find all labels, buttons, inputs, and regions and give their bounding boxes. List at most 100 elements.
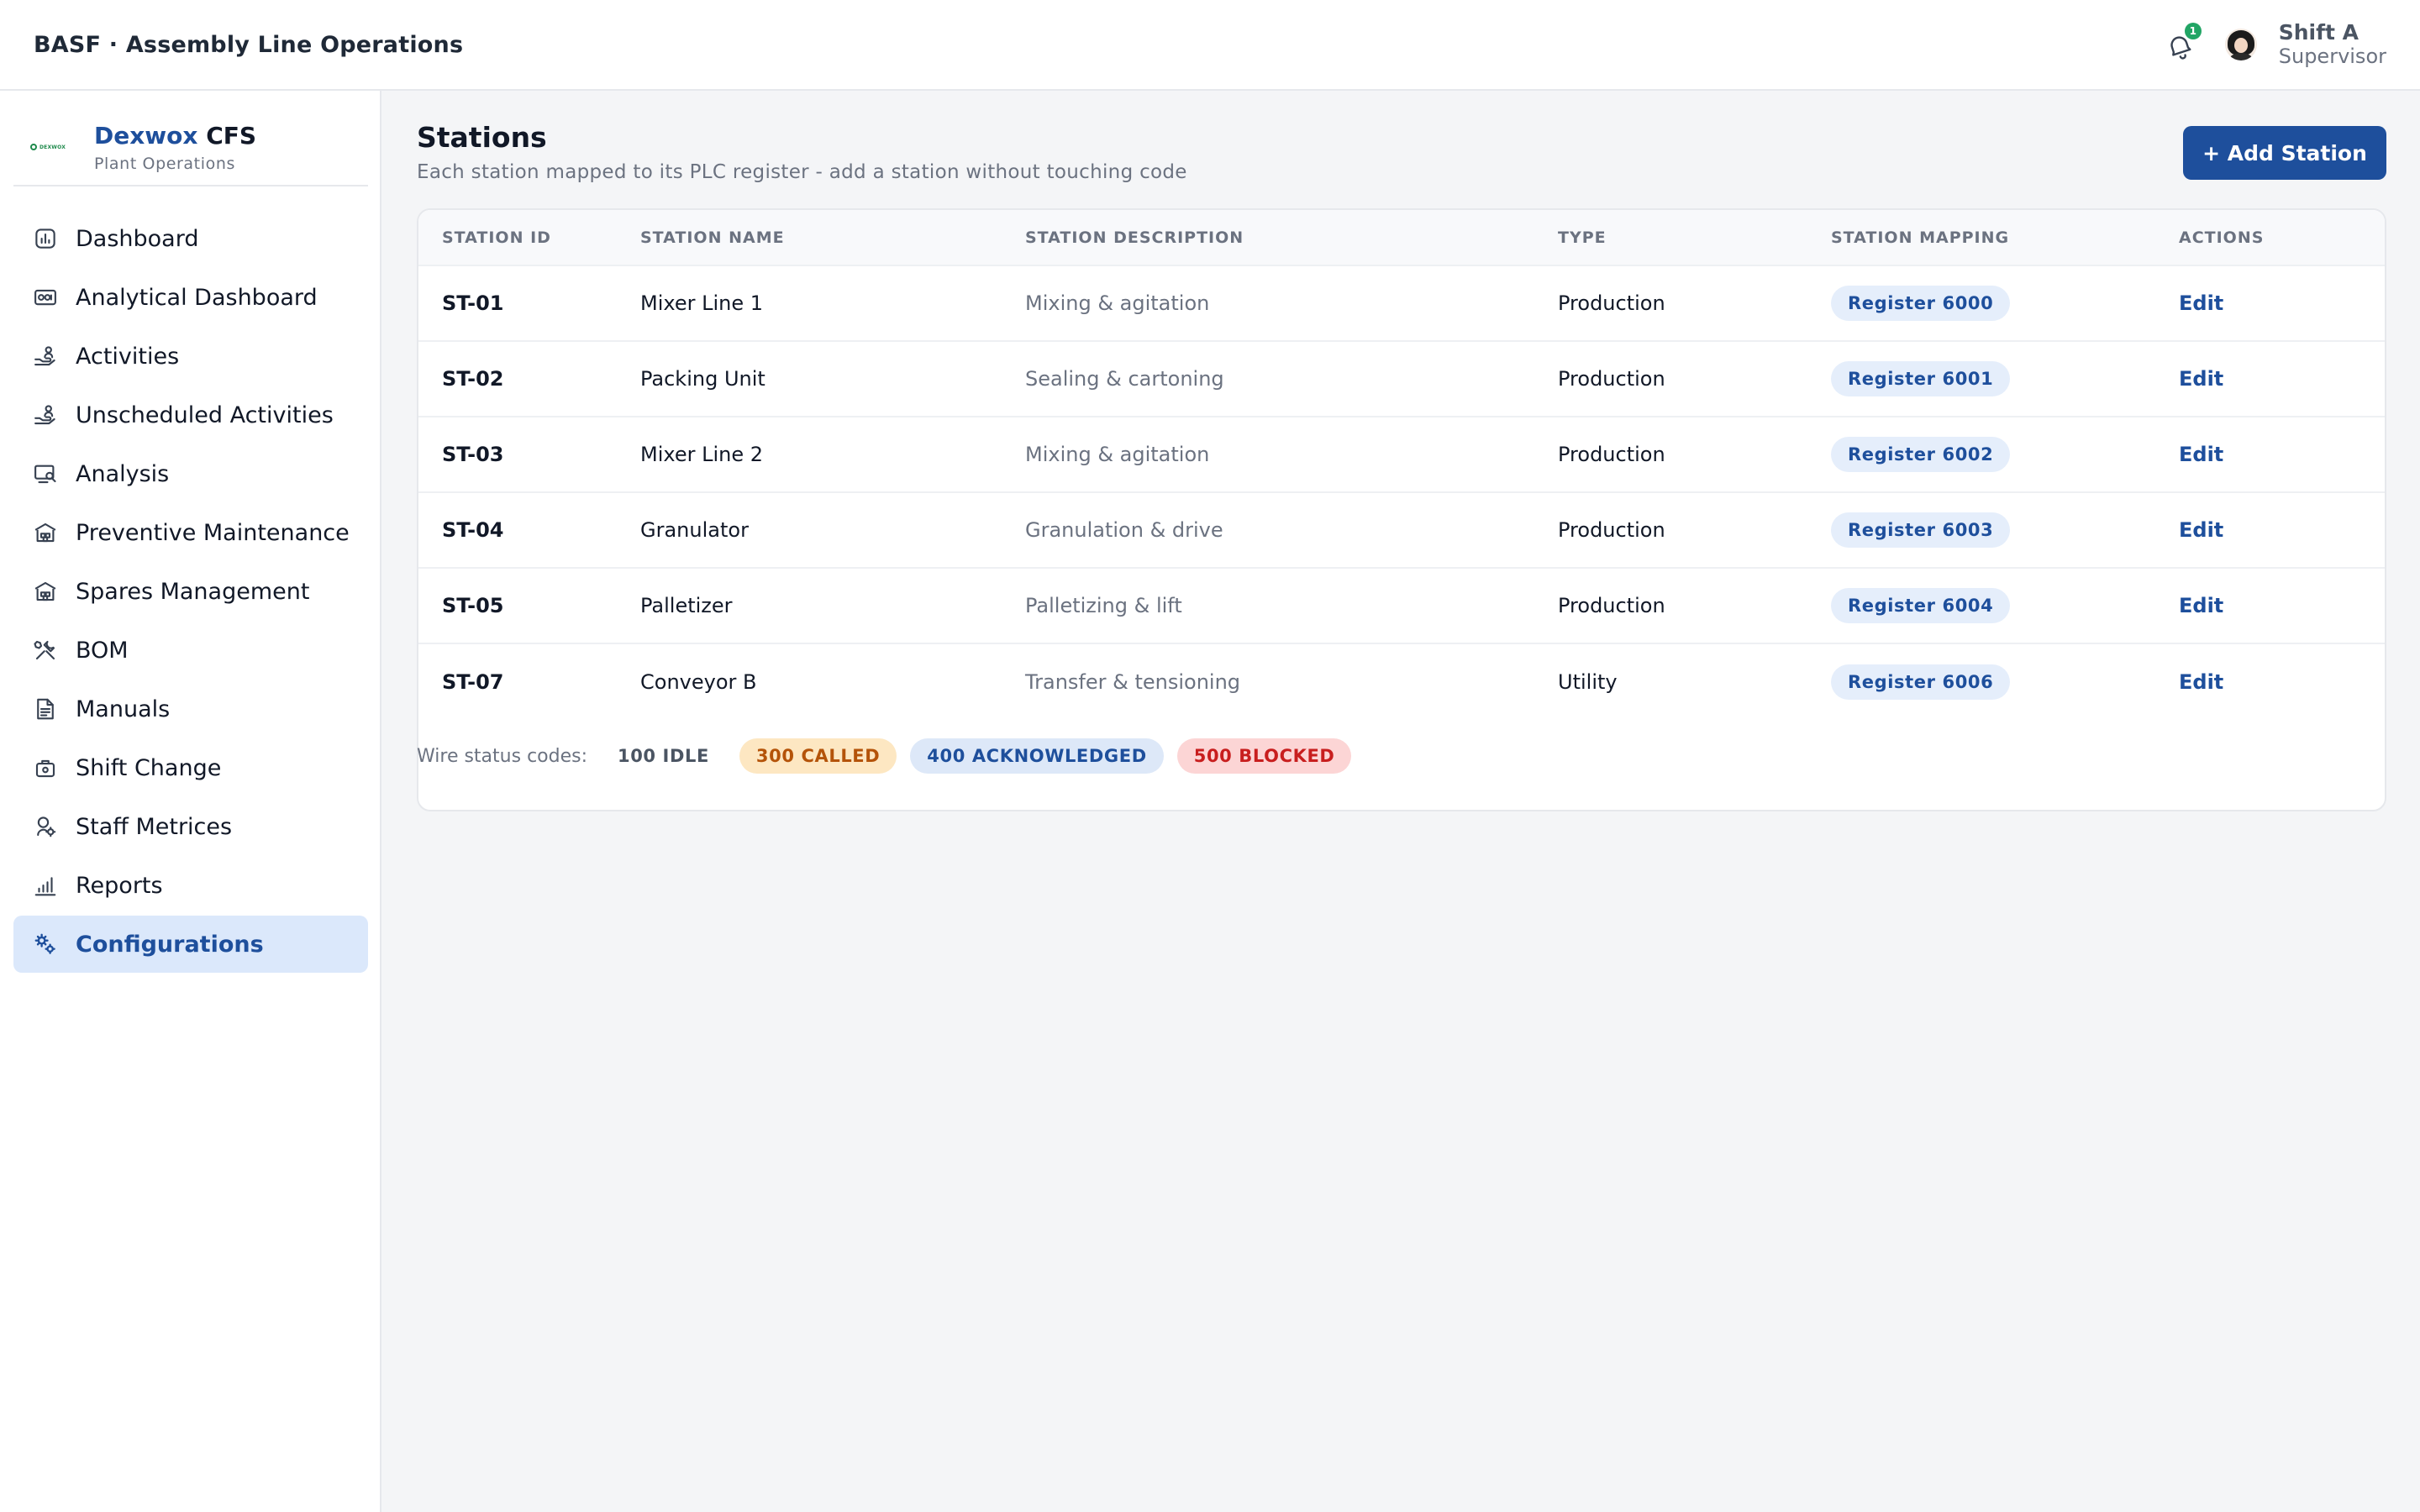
sidebar-item-shift-change[interactable]: Shift Change [13,739,368,796]
station-id: ST-05 [442,594,504,617]
station-description: Sealing & cartoning [1025,367,1224,391]
bar-chart-icon [32,872,59,899]
sidebar-item-analytical-dashboard[interactable]: Analytical Dashboard [13,269,368,326]
sidebar-item-preventive-maintenance[interactable]: Preventive Maintenance [13,504,368,561]
sidebar-item-label: Unscheduled Activities [76,402,334,428]
hand-person-icon [32,402,59,428]
actions-cell: Edit [2155,492,2385,568]
sidebar-item-label: Spares Management [76,578,310,605]
station-type: Production [1558,443,1665,466]
station-type: Production [1558,594,1665,617]
warehouse-icon [32,578,59,605]
station-description: Palletizing & lift [1025,594,1182,617]
station-id: ST-03 [442,443,504,466]
edit-button[interactable]: Edit [2179,367,2223,391]
edit-button[interactable]: Edit [2179,670,2223,694]
status-code-called: 300 CALLED [739,738,897,774]
sidebar-item-manuals[interactable]: Manuals [13,680,368,738]
station-name: Packing Unit [640,367,765,391]
station-id: ST-02 [442,367,504,391]
station-mapping-cell: Register 6004 [1807,568,2155,643]
station-name: Mixer Line 2 [640,443,764,466]
station-type: Utility [1558,669,1618,694]
brand-name: Dexwox CFS [94,121,257,150]
station-mapping-cell: Register 6003 [1807,492,2155,568]
station-description: Transfer & tensioning [1025,669,1241,694]
sidebar-item-label: Reports [76,872,163,899]
table-row[interactable]: ST-02 Packing Unit Sealing & cartoning P… [418,341,2385,417]
warehouse-icon [32,519,59,546]
stations-table: STATION ID STATION NAME STATION DESCRIPT… [417,208,2386,811]
legend-label: Wire status codes: [417,745,587,767]
table-row[interactable]: ST-05 Palletizer Palletizing & lift Prod… [418,568,2385,643]
main-content: Stations Each station mapped to its PLC … [383,91,2420,1512]
actions-cell: Edit [2155,341,2385,417]
table-row[interactable]: ST-04 Granulator Granulation & drive Pro… [418,492,2385,568]
add-station-button[interactable]: + Add Station [2183,126,2386,180]
hand-person-icon [32,343,59,370]
sidebar-nav: Dashboard Analytical Dashboard Activitie… [13,210,368,974]
sidebar-item-configurations[interactable]: Configurations [13,916,368,973]
sidebar-item-activities[interactable]: Activities [13,328,368,385]
station-id: ST-07 [442,669,504,694]
edit-button[interactable]: Edit [2179,518,2223,542]
station-mapping-cell: Register 6001 [1807,341,2155,417]
app-title: BASF · Assembly Line Operations [34,31,464,58]
sidebar-item-label: Analytical Dashboard [76,284,318,311]
document-icon [32,696,59,722]
station-name: Granulator [640,518,749,542]
column-header[interactable]: STATION MAPPING [1807,210,2155,265]
top-header: BASF · Assembly Line Operations 1 Shift … [0,0,2420,91]
station-mapping-cell: Register 6002 [1807,417,2155,492]
header-actions: 1 Shift A Supervisor [2163,22,2386,66]
edit-button[interactable]: Edit [2179,291,2223,315]
sidebar-item-label: Activities [76,343,180,370]
status-code-blocked: 500 BLOCKED [1176,738,1352,774]
station-name: Mixer Line 1 [640,291,764,315]
analytics-icon [32,284,59,311]
edit-button[interactable]: Edit [2179,594,2223,617]
avatar[interactable] [2224,29,2257,60]
station-mapping-cell: Register 6006 [1807,643,2155,719]
register-badge: Register 6006 [1831,664,2011,700]
sidebar-item-label: Staff Metrices [76,813,233,840]
table-row[interactable]: ST-01 Mixer Line 1 Mixing & agitation Pr… [418,265,2385,341]
edit-button[interactable]: Edit [2179,443,2223,466]
notifications-button[interactable]: 1 [2163,23,2202,61]
sidebar-item-staff-metrices[interactable]: Staff Metrices [13,798,368,855]
sidebar-item-reports[interactable]: Reports [13,857,368,914]
column-header[interactable]: TYPE [1534,210,1807,265]
user-name: Shift A [2278,20,2360,45]
sidebar-item-spares-management[interactable]: Spares Management [13,563,368,620]
station-description: Mixing & agitation [1025,291,1210,315]
sidebar-item-dashboard[interactable]: Dashboard [13,210,368,267]
sidebar-item-bom[interactable]: BOM [13,622,368,679]
sidebar-item-label: Manuals [76,696,171,722]
actions-cell: Edit [2155,643,2385,719]
tools-icon [32,637,59,664]
user-info[interactable]: Shift A Supervisor [2278,20,2386,67]
register-badge: Register 6002 [1831,437,2011,472]
sidebar: DEXWOX Dexwox CFS Plant Operations Dashb… [0,91,381,1512]
sidebar-item-analysis[interactable]: Analysis [13,445,368,502]
page-title: Stations [417,121,547,154]
column-header[interactable]: STATION NAME [617,210,1002,265]
column-header: ACTIONS [2179,228,2265,247]
sidebar-item-unscheduled-activities[interactable]: Unscheduled Activities [13,386,368,444]
station-description: Granulation & drive [1025,518,1223,542]
table-row[interactable]: ST-03 Mixer Line 2 Mixing & agitation Pr… [418,417,2385,492]
station-type: Production [1558,518,1665,542]
brand-subtitle: Plant Operations [94,154,235,173]
gears-icon [32,931,59,958]
status-code-acknowledged: 400 ACKNOWLEDGED [910,738,1164,774]
sidebar-item-label: Preventive Maintenance [76,519,350,546]
notification-badge: 1 [2184,23,2202,39]
register-badge: Register 6003 [1831,512,2011,548]
column-header[interactable]: STATION ID [418,210,617,265]
station-name: Conveyor B [640,669,757,694]
station-type: Production [1558,291,1665,315]
table-row[interactable]: ST-07 Conveyor B Transfer & tensioning U… [418,643,2385,719]
briefcase-icon [32,754,59,781]
column-header[interactable]: STATION DESCRIPTION [1002,210,1534,265]
station-type: Production [1558,367,1665,391]
